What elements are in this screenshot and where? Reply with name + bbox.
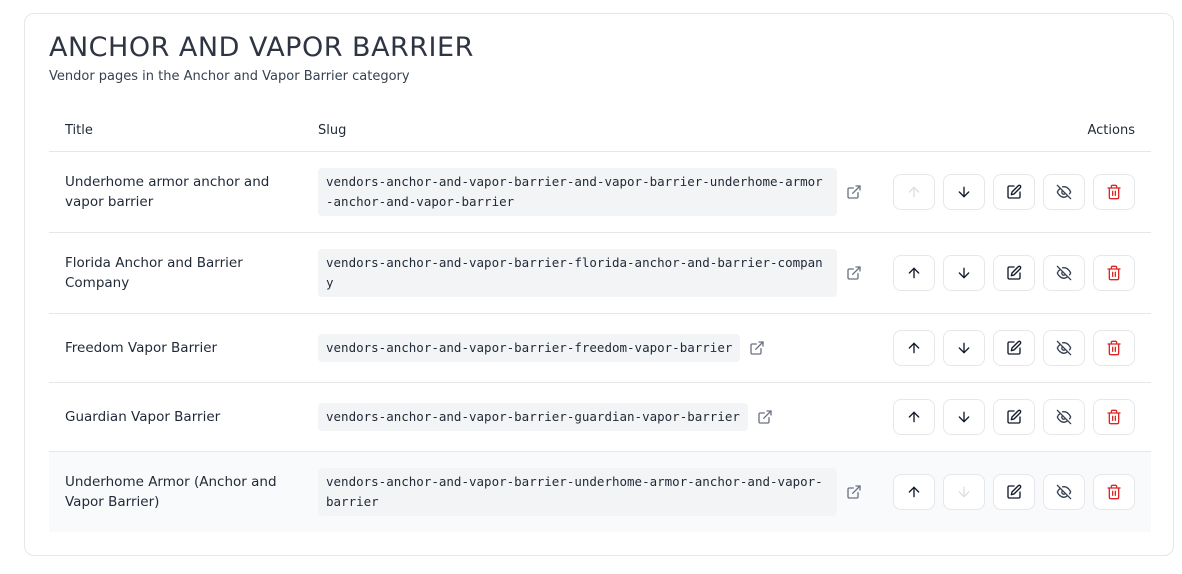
arrow-up-icon bbox=[908, 342, 920, 354]
hide-button[interactable] bbox=[1043, 474, 1085, 510]
vendor-slug: vendors-anchor-and-vapor-barrier-underho… bbox=[318, 468, 837, 516]
hide-button[interactable] bbox=[1043, 174, 1085, 210]
slug-cell: vendors-anchor-and-vapor-barrier-guardia… bbox=[318, 403, 773, 431]
edit-icon bbox=[1007, 265, 1022, 280]
arrow-up-icon bbox=[908, 411, 920, 423]
external-link-icon[interactable] bbox=[846, 184, 862, 200]
arrow-down-icon bbox=[958, 486, 970, 498]
column-header-slug: Slug bbox=[318, 123, 347, 138]
external-link-icon[interactable] bbox=[757, 409, 773, 425]
slug-cell: vendors-anchor-and-vapor-barrier-freedom… bbox=[318, 334, 765, 362]
eye-off-icon bbox=[1056, 484, 1072, 500]
page-title: ANCHOR AND VAPOR BARRIER bbox=[49, 32, 474, 63]
row-actions bbox=[893, 474, 1135, 510]
arrow-down-icon bbox=[958, 411, 970, 423]
vendor-title: Underhome armor anchor and vapor barrier bbox=[65, 174, 270, 210]
slug-cell: vendors-anchor-and-vapor-barrier-underho… bbox=[318, 468, 862, 516]
delete-button[interactable] bbox=[1093, 330, 1135, 366]
edit-icon bbox=[1007, 484, 1022, 499]
vendor-category-card: ANCHOR AND VAPOR BARRIER Vendor pages in… bbox=[24, 13, 1174, 556]
row-actions bbox=[893, 330, 1135, 366]
vendor-title: Underhome Armor (Anchor and Vapor Barrie… bbox=[65, 474, 277, 510]
vendor-slug: vendors-anchor-and-vapor-barrier-freedom… bbox=[318, 334, 741, 362]
edit-icon bbox=[1007, 409, 1022, 424]
trash-icon bbox=[1107, 409, 1121, 425]
row-actions bbox=[893, 255, 1135, 291]
table-row: Underhome armor anchor and vapor barrier… bbox=[49, 152, 1151, 233]
edit-icon bbox=[1007, 340, 1022, 355]
move-up-button[interactable] bbox=[893, 330, 935, 366]
vendor-slug: vendors-anchor-and-vapor-barrier-and-vap… bbox=[318, 168, 837, 216]
move-down-button[interactable] bbox=[943, 255, 985, 291]
arrow-down-icon bbox=[958, 342, 970, 354]
edit-icon bbox=[1007, 184, 1022, 199]
edit-button[interactable] bbox=[993, 399, 1035, 435]
edit-button[interactable] bbox=[993, 174, 1035, 210]
delete-button[interactable] bbox=[1093, 255, 1135, 291]
table-row: Florida Anchor and Barrier Company vendo… bbox=[49, 233, 1151, 314]
move-up-button[interactable] bbox=[893, 399, 935, 435]
hide-button[interactable] bbox=[1043, 330, 1085, 366]
move-down-button[interactable] bbox=[943, 474, 985, 510]
trash-icon bbox=[1107, 340, 1121, 356]
vendor-slug: vendors-anchor-and-vapor-barrier-guardia… bbox=[318, 403, 748, 431]
trash-icon bbox=[1107, 184, 1121, 200]
move-up-button[interactable] bbox=[893, 174, 935, 210]
trash-icon bbox=[1107, 265, 1121, 281]
eye-off-icon bbox=[1056, 340, 1072, 356]
hide-button[interactable] bbox=[1043, 399, 1085, 435]
hide-button[interactable] bbox=[1043, 255, 1085, 291]
slug-cell: vendors-anchor-and-vapor-barrier-florida… bbox=[318, 249, 862, 297]
vendor-slug: vendors-anchor-and-vapor-barrier-florida… bbox=[318, 249, 837, 297]
column-header-title: Title bbox=[65, 123, 93, 138]
arrow-up-icon bbox=[908, 267, 920, 279]
arrow-down-icon bbox=[958, 267, 970, 279]
delete-button[interactable] bbox=[1093, 174, 1135, 210]
table-row: Guardian Vapor Barrier vendors-anchor-an… bbox=[49, 383, 1151, 452]
edit-button[interactable] bbox=[993, 330, 1035, 366]
vendor-title: Guardian Vapor Barrier bbox=[65, 409, 221, 425]
slug-cell: vendors-anchor-and-vapor-barrier-and-vap… bbox=[318, 168, 862, 216]
external-link-icon[interactable] bbox=[749, 340, 765, 356]
eye-off-icon bbox=[1056, 265, 1072, 281]
row-actions bbox=[893, 174, 1135, 210]
vendor-title: Freedom Vapor Barrier bbox=[65, 340, 218, 356]
row-actions bbox=[893, 399, 1135, 435]
eye-off-icon bbox=[1056, 184, 1072, 200]
move-down-button[interactable] bbox=[943, 330, 985, 366]
trash-icon bbox=[1107, 484, 1121, 500]
table-row: Freedom Vapor Barrier vendors-anchor-and… bbox=[49, 314, 1151, 383]
arrow-up-icon bbox=[908, 186, 920, 198]
edit-button[interactable] bbox=[993, 474, 1035, 510]
vendor-title: Florida Anchor and Barrier Company bbox=[65, 255, 243, 291]
move-down-button[interactable] bbox=[943, 399, 985, 435]
delete-button[interactable] bbox=[1093, 474, 1135, 510]
delete-button[interactable] bbox=[1093, 399, 1135, 435]
page-subtitle: Vendor pages in the Anchor and Vapor Bar… bbox=[49, 69, 410, 84]
edit-button[interactable] bbox=[993, 255, 1035, 291]
move-up-button[interactable] bbox=[893, 255, 935, 291]
column-header-actions: Actions bbox=[1087, 123, 1136, 138]
table-row: Underhome Armor (Anchor and Vapor Barrie… bbox=[49, 452, 1151, 532]
eye-off-icon bbox=[1056, 409, 1072, 425]
external-link-icon[interactable] bbox=[846, 484, 862, 500]
vendor-table: Title Slug Actions Underhome armor ancho… bbox=[49, 114, 1151, 532]
table-header: Title Slug Actions bbox=[49, 114, 1151, 152]
arrow-down-icon bbox=[958, 186, 970, 198]
arrow-up-icon bbox=[908, 486, 920, 498]
external-link-icon[interactable] bbox=[846, 265, 862, 281]
move-up-button[interactable] bbox=[893, 474, 935, 510]
move-down-button[interactable] bbox=[943, 174, 985, 210]
